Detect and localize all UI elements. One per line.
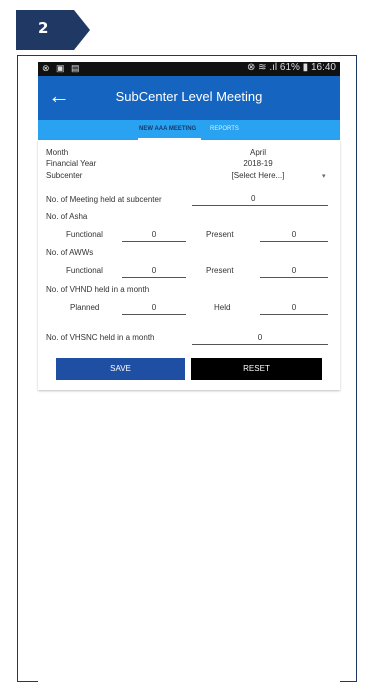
financial-year-label: Financial Year: [46, 159, 97, 168]
asha-functional-underline: [122, 241, 186, 242]
financial-year-value: 2018-19: [243, 159, 273, 168]
vhnd-label: No. of VHND held in a month: [46, 285, 150, 294]
phone-screen: ⊗ ▣ ▤ ⊗ ≋ .ıl 61% ▮ 16:40 ← SubCenter Le…: [38, 62, 340, 682]
status-right-info: ⊗ ≋ .ıl 61% ▮ 16:40: [247, 62, 336, 73]
step-arrow-shape: [16, 10, 90, 50]
vhnd-held-label: Held: [214, 303, 231, 312]
save-button[interactable]: SAVE: [56, 358, 185, 380]
dropdown-caret-icon[interactable]: ▾: [322, 172, 326, 180]
awws-present-label: Present: [206, 266, 234, 275]
vhsnc-underline: [192, 344, 328, 345]
meetings-held-label: No. of Meeting held at subcenter: [46, 195, 162, 204]
asha-present-label: Present: [206, 230, 234, 239]
awws-functional-underline: [122, 277, 186, 278]
vhnd-planned-input[interactable]: 0: [122, 303, 186, 312]
asha-functional-input[interactable]: 0: [122, 230, 186, 239]
vhnd-planned-label: Planned: [70, 303, 100, 312]
meeting-form-card: Month April Financial Year 2018-19 Subce…: [38, 140, 340, 390]
meetings-held-input[interactable]: 0: [251, 194, 263, 203]
asha-functional-label: Functional: [66, 230, 103, 239]
app-title: SubCenter Level Meeting: [115, 89, 263, 104]
month-value: April: [249, 148, 266, 157]
vhnd-held-input[interactable]: 0: [260, 303, 328, 312]
subcenter-label: Subcenter: [46, 171, 83, 180]
step-number: 2: [38, 19, 49, 37]
step-badge: 2: [16, 10, 90, 50]
reset-button[interactable]: RESET: [191, 358, 322, 380]
vhsnc-input[interactable]: 0: [192, 333, 328, 342]
status-bar: ⊗ ▣ ▤ ⊗ ≋ .ıl 61% ▮ 16:40: [38, 62, 340, 76]
asha-label: No. of Asha: [46, 212, 88, 221]
subcenter-select[interactable]: [Select Here...]: [218, 171, 298, 180]
awws-label: No. of AWWs: [46, 248, 94, 257]
asha-present-input[interactable]: 0: [260, 230, 328, 239]
vhnd-held-underline: [260, 314, 328, 315]
awws-functional-label: Functional: [66, 266, 103, 275]
tab-reports[interactable]: REPORTS: [210, 126, 239, 132]
vhsnc-label: No. of VHSNC held in a month: [46, 333, 155, 342]
app-bar: ← SubCenter Level Meeting: [38, 76, 340, 120]
tab-new-aaa-meeting[interactable]: NEW AAA MEETING: [139, 126, 196, 132]
awws-functional-input[interactable]: 0: [122, 266, 186, 275]
month-label: Month: [46, 148, 69, 157]
vhnd-planned-underline: [122, 314, 186, 315]
awws-present-input[interactable]: 0: [260, 266, 328, 275]
awws-present-underline: [260, 277, 328, 278]
tab-bar: NEW AAA MEETING REPORTS: [38, 120, 340, 140]
asha-present-underline: [260, 241, 328, 242]
meetings-held-underline: [192, 205, 328, 206]
status-left-icons: ⊗ ▣ ▤: [42, 63, 82, 73]
